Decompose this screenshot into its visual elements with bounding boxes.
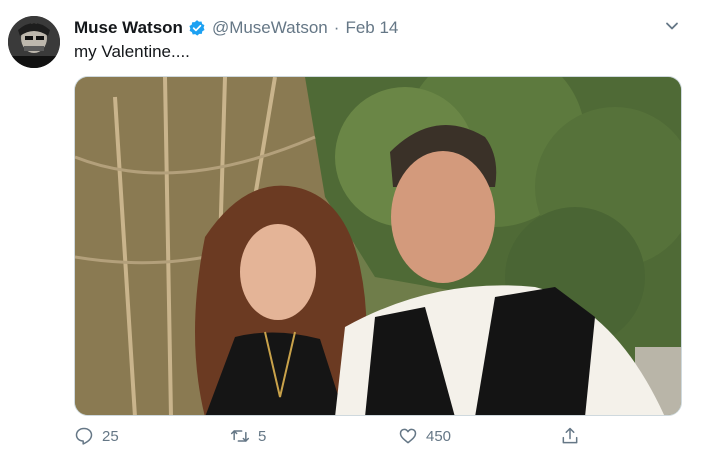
user-handle[interactable]: @MuseWatson bbox=[212, 18, 328, 38]
tweet-header: Muse Watson @MuseWatson · Feb 14 bbox=[74, 16, 398, 40]
reply-count: 25 bbox=[102, 427, 119, 445]
tweet-date[interactable]: Feb 14 bbox=[345, 18, 398, 38]
display-name[interactable]: Muse Watson bbox=[74, 18, 183, 38]
avatar[interactable] bbox=[8, 16, 60, 68]
tweet-text: my Valentine.... bbox=[74, 42, 190, 61]
heart-icon bbox=[399, 428, 417, 444]
like-count: 450 bbox=[426, 427, 452, 445]
like-button[interactable]: 450 bbox=[398, 426, 451, 446]
chevron-down-icon[interactable] bbox=[662, 16, 682, 36]
retweet-button[interactable]: 5 bbox=[230, 426, 266, 446]
reply-icon bbox=[75, 427, 93, 445]
reply-button[interactable]: 25 bbox=[74, 426, 119, 446]
tweet-photo[interactable] bbox=[74, 76, 682, 416]
share-button[interactable] bbox=[560, 426, 588, 446]
separator-dot: · bbox=[333, 18, 340, 37]
retweet-count: 5 bbox=[258, 427, 267, 445]
tweet[interactable]: Muse Watson @MuseWatson · Feb 14 my Vale… bbox=[0, 0, 720, 448]
verified-badge-icon bbox=[188, 19, 206, 37]
tweet-actions: 25 5 450 bbox=[74, 426, 634, 450]
retweet-icon bbox=[230, 430, 250, 442]
share-icon bbox=[562, 427, 578, 444]
